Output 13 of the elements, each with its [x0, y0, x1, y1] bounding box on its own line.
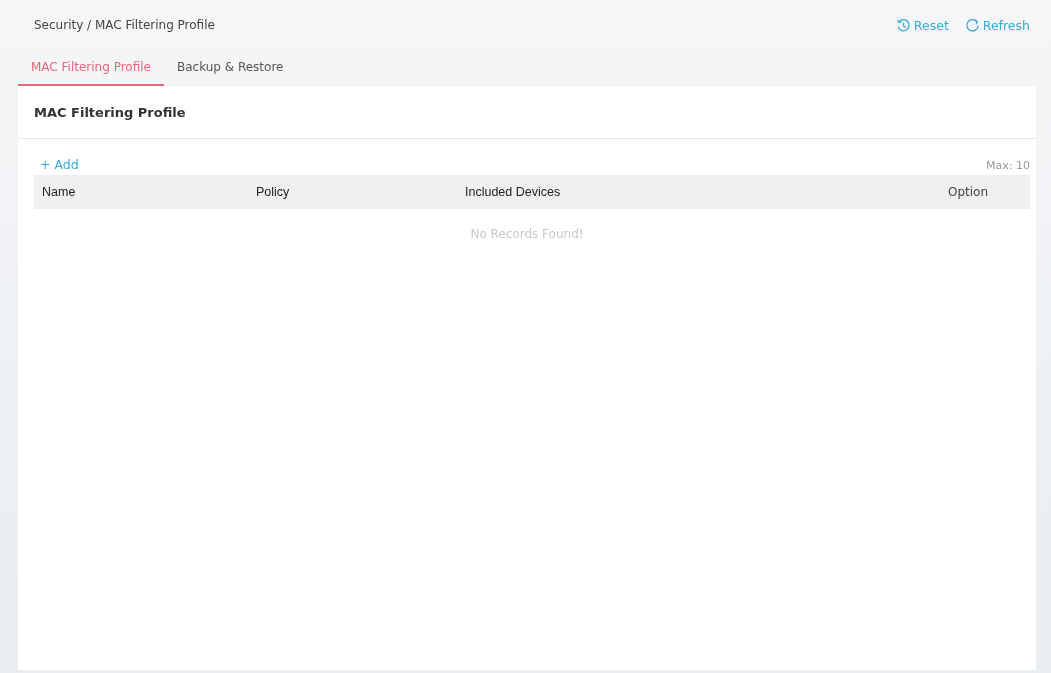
reset-button[interactable]: Reset	[895, 17, 949, 33]
panel-title: MAC Filtering Profile	[18, 86, 1036, 139]
refresh-button[interactable]: Refresh	[964, 17, 1030, 33]
history-icon	[895, 17, 911, 33]
breadcrumb: Security / MAC Filtering Profile	[34, 18, 215, 32]
tab[interactable]: Backup & Restore	[163, 50, 297, 86]
add-button[interactable]: + Add	[34, 157, 79, 172]
refresh-icon	[964, 17, 980, 33]
column-header: Name	[41, 185, 77, 199]
max-note: Max: 10	[986, 159, 1030, 172]
column-header: Policy	[256, 185, 291, 199]
column-header: Option	[948, 185, 990, 199]
column-header: Included Devices	[465, 185, 562, 199]
